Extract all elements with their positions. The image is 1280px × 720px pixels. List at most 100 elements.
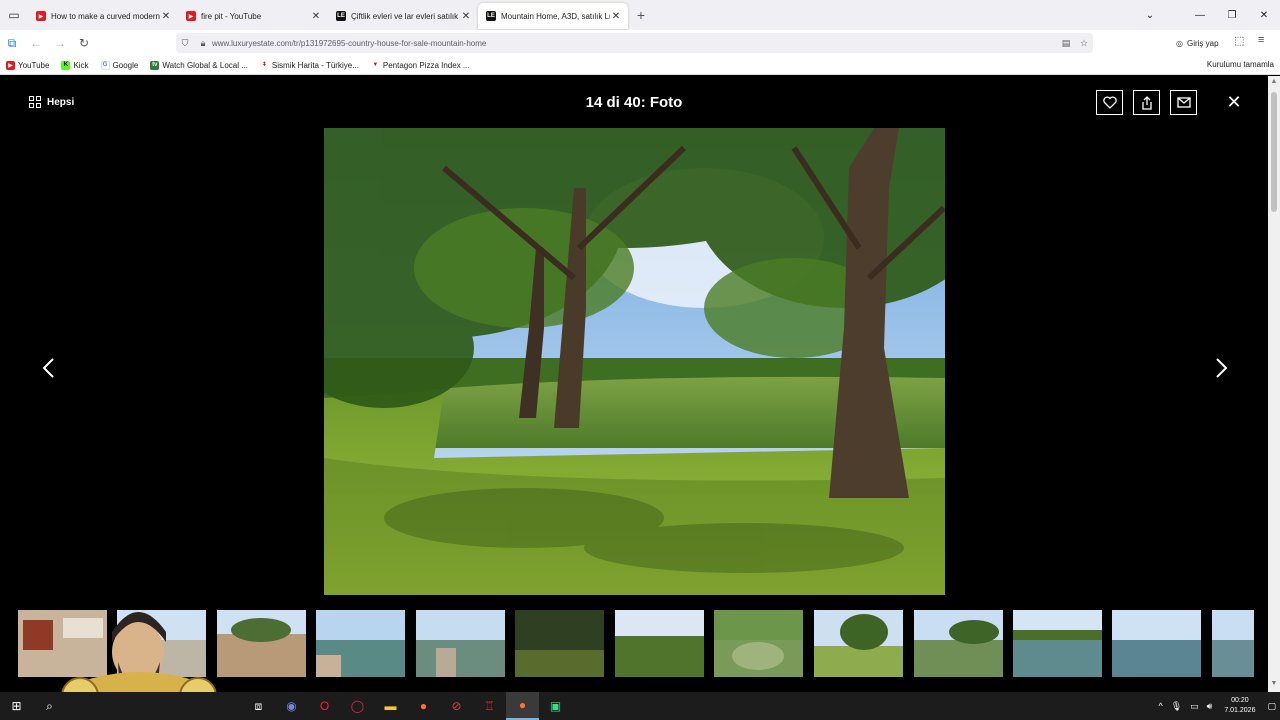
microphone-icon[interactable]: 🎙︎ [1167, 701, 1186, 712]
kick-icon: K [61, 60, 71, 70]
tab-title: fire pit - YouTube [201, 11, 262, 21]
scrollbar-thumb[interactable] [1271, 92, 1277, 212]
search-icon[interactable]: ⌕ [33, 692, 66, 720]
close-gallery-icon[interactable]: ✕ [1223, 90, 1245, 115]
close-icon[interactable]: ✕ [460, 11, 472, 22]
app-opera-gx-icon[interactable]: ◯ [341, 692, 374, 720]
tab-title: How to make a curved modern [51, 11, 160, 21]
volume-icon[interactable]: 🔊︎ [1203, 701, 1217, 712]
tab-1[interactable]: ▶ fire pit - YouTube ✕ [178, 3, 328, 29]
bookmark-youtube[interactable]: ▶ YouTube [0, 60, 55, 70]
clock-date: 7.01.2026 [1224, 707, 1256, 714]
complete-setup-link[interactable]: Kurulumu tamamla [1203, 60, 1274, 69]
pizza-icon: ▼ [370, 60, 380, 70]
thumbnail[interactable] [1212, 610, 1254, 677]
notifications-icon[interactable]: ▢ [1263, 701, 1280, 712]
close-icon[interactable]: ✕ [160, 11, 172, 22]
thumbnail[interactable] [316, 610, 405, 677]
gallery-counter: 14 di 40: Foto [585, 94, 683, 111]
favorite-button[interactable] [1096, 90, 1123, 115]
bookmark-seismic-map[interactable]: ǂ Sismik Harita - Türkiye... [254, 60, 365, 70]
bookmark-star-icon[interactable]: ☆ [1075, 38, 1093, 49]
tab-0[interactable]: ▶ How to make a curved modern ✕ [28, 3, 178, 29]
share-button[interactable] [1133, 90, 1160, 115]
scroll-down-icon[interactable]: ▼ [1268, 680, 1280, 687]
tab-title: Mountain Home, A3D, satılık Lu [501, 11, 610, 21]
previous-photo-icon[interactable] [36, 356, 60, 380]
share-icon [1141, 95, 1152, 110]
file-explorer-icon[interactable]: ▬ [374, 692, 407, 720]
reader-view-icon[interactable]: ▤ [1057, 38, 1075, 49]
bookmark-kick[interactable]: K Kick [55, 60, 94, 70]
email-button[interactable] [1170, 90, 1197, 115]
reload-icon[interactable]: ↻ [72, 36, 96, 50]
app-opera-icon[interactable]: O [308, 692, 341, 720]
window-close-icon[interactable]: ✕ [1248, 10, 1280, 21]
app-firefox-icon[interactable]: ● [407, 692, 440, 720]
forward-icon[interactable]: → [48, 36, 72, 50]
tab-3[interactable]: LE Mountain Home, A3D, satılık Lu ✕ [478, 3, 628, 29]
sign-in-label: Giriş yap [1186, 38, 1219, 48]
tv-icon: tv [150, 60, 160, 70]
task-view-icon[interactable]: ⧈ [242, 692, 275, 720]
main-photo [324, 128, 945, 595]
page-scrollbar[interactable]: ▲ ▼ [1268, 76, 1280, 692]
mail-icon [1176, 97, 1191, 108]
app-recorder-icon[interactable]: ⊘ [440, 692, 473, 720]
thumbnail[interactable] [515, 610, 604, 677]
bookmark-watch-global[interactable]: tv Watch Global & Local ... [144, 60, 254, 70]
thumbnail[interactable] [615, 610, 704, 677]
thumbnail[interactable] [416, 610, 505, 677]
app-firefox-active-icon[interactable]: ● [506, 692, 539, 720]
restore-icon[interactable]: ❐ [1216, 10, 1248, 21]
address-bar[interactable]: ⛉ 🔒︎ www.luxuryestate.com/tr/p131972695-… [176, 33, 1093, 53]
next-photo-icon[interactable] [1210, 356, 1234, 380]
gallery-actions [1096, 90, 1197, 115]
tray-expand-icon[interactable]: ^ [1154, 701, 1166, 711]
minimize-icon[interactable]: — [1184, 10, 1216, 21]
seismic-icon: ǂ [259, 60, 269, 70]
scroll-up-icon[interactable]: ▲ [1268, 78, 1280, 85]
app-discord-icon[interactable]: ◉ [275, 692, 308, 720]
app-game-icon[interactable]: ♖ [473, 692, 506, 720]
youtube-icon: ▶ [186, 11, 196, 21]
app-terminal-icon[interactable]: ▣ [539, 692, 572, 720]
bookmark-google[interactable]: G Google [95, 60, 145, 70]
close-icon[interactable]: ✕ [610, 11, 622, 22]
luxuryestate-icon: LE [486, 11, 496, 21]
thumbnail[interactable] [914, 610, 1003, 677]
network-icon[interactable]: ▭ [1186, 701, 1203, 712]
system-tray: ^ 🎙︎ ▭ 🔊︎ 00:20 7.01.2026 ▢ [1154, 692, 1280, 720]
thumbnail[interactable] [1112, 610, 1201, 677]
youtube-icon: ▶ [36, 11, 46, 21]
heart-icon [1102, 96, 1117, 109]
clock[interactable]: 00:20 7.01.2026 [1216, 696, 1263, 716]
bookmark-pentagon-pizza[interactable]: ▼ Pentagon Pizza Index ... [365, 60, 476, 70]
tab-list-icon[interactable]: ▭ [0, 0, 28, 30]
windows-start-icon[interactable]: ⊞ [0, 692, 33, 720]
shield-icon[interactable]: ⛉ [176, 38, 194, 49]
menu-icon[interactable]: ≡ [1258, 34, 1264, 46]
google-icon: G [100, 60, 110, 70]
thumbnail[interactable] [217, 610, 306, 677]
thumbnail[interactable] [814, 610, 903, 677]
close-icon[interactable]: ✕ [310, 11, 322, 22]
sign-in-button[interactable]: ◎ Giriş yap [1170, 33, 1225, 53]
thumbnail[interactable] [1013, 610, 1102, 677]
tab-title: Çiftlik evleri ve lar evleri satılık A [351, 11, 460, 21]
tab-2[interactable]: LE Çiftlik evleri ve lar evleri satılık … [328, 3, 478, 29]
extensions-icon[interactable]: ⬚ [1234, 34, 1244, 47]
account-icon: ◎ [1176, 38, 1183, 48]
youtube-icon: ▶ [6, 60, 15, 70]
tab-overflow-icon[interactable]: ⌄ [1134, 10, 1166, 21]
url-text[interactable]: www.luxuryestate.com/tr/p131972695-count… [212, 39, 1057, 48]
new-tab-icon[interactable]: + [628, 7, 654, 23]
back-icon[interactable]: ← [24, 36, 48, 50]
thumbnail[interactable] [714, 610, 803, 677]
clock-time: 00:20 [1231, 697, 1249, 704]
sidebar-icon[interactable]: ⧉ [0, 36, 24, 51]
lock-icon[interactable]: 🔒︎ [194, 38, 212, 49]
windows-taskbar: ⊞ ⌕ ⧈ ◉ O ◯ ▬ ● ⊘ ♖ ● ▣ ^ 🎙︎ ▭ 🔊︎ 00:20 … [0, 692, 1280, 720]
navigation-bar: ⧉ ← → ↻ ⛉ 🔒︎ www.luxuryestate.com/tr/p13… [0, 30, 1280, 56]
bookmarks-bar: ▶ YouTube K Kick G Google tv Watch Globa… [0, 56, 1280, 75]
